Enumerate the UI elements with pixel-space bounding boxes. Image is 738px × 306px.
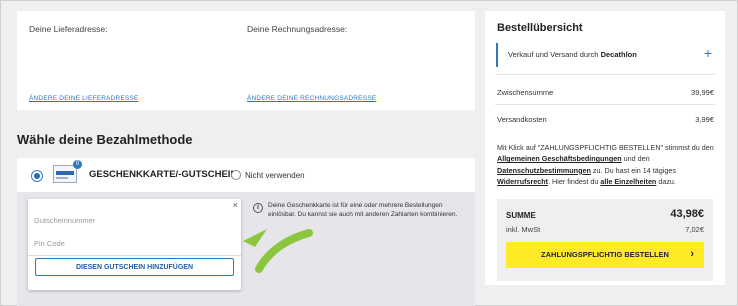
privacy-link[interactable]: Datenschutzbestimmungen — [497, 166, 591, 175]
checkout-page: Deine Lieferadresse: Deine Rechnungsadre… — [0, 0, 738, 306]
total-label: SUMME — [506, 211, 536, 220]
vat-label: inkl. MwSt — [506, 225, 541, 234]
giftcard-method-title: GESCHENKKARTE/-GUTSCHEIN — [89, 169, 238, 180]
giftcard-info-text: Deine Geschenkkarte ist für eine oder me… — [268, 202, 458, 218]
legal-notice: Mit Klick auf "ZAHLUNGSPFLICHTIG BESTELL… — [497, 143, 714, 186]
subtotal-label: Zwischensumme — [497, 88, 554, 97]
pin-code-input[interactable] — [28, 232, 241, 256]
chevron-right-icon: › — [690, 248, 694, 260]
not-use-label[interactable]: Nicht verwenden — [245, 171, 305, 180]
order-summary: Bestellübersicht Verkauf und Versand dur… — [485, 11, 725, 285]
giftcard-radio-selected[interactable] — [31, 170, 43, 182]
details-link[interactable]: alle Einzelheiten — [600, 177, 656, 186]
place-order-button[interactable]: ZAHLUNGSPFLICHTIG BESTELLEN › — [506, 242, 704, 268]
voucher-form: × DIESEN GUTSCHEIN HINZUFÜGEN — [28, 199, 241, 290]
voucher-number-input[interactable] — [28, 209, 241, 233]
voucher-area: × DIESEN GUTSCHEIN HINZUFÜGEN i Deine Ge… — [17, 192, 475, 306]
summary-title: Bestellübersicht — [497, 22, 583, 34]
vat-value: 7,02€ — [685, 225, 704, 234]
terms-link[interactable]: Allgemeinen Geschäftsbedingungen — [497, 154, 622, 163]
shipping-seller-row[interactable]: Verkauf und Versand durch Decathlon + — [496, 43, 714, 67]
giftcard-method-row[interactable]: 0 GESCHENKKARTE/-GUTSCHEIN Nicht verwend… — [17, 158, 475, 192]
shipping-cost-value: 3,99€ — [695, 115, 714, 124]
payment-method-card: 0 GESCHENKKARTE/-GUTSCHEIN Nicht verwend… — [17, 158, 475, 306]
total-box: SUMME 43,98€ inkl. MwSt 7,02€ ZAHLUNGSPF… — [497, 199, 713, 281]
delivery-address-label: Deine Lieferadresse: — [29, 24, 108, 34]
not-use-radio[interactable] — [231, 170, 241, 180]
add-voucher-button[interactable]: DIESEN GUTSCHEIN HINZUFÜGEN — [35, 258, 234, 276]
place-order-label: ZAHLUNGSPFLICHTIG BESTELLEN — [541, 250, 669, 259]
info-icon: i — [253, 203, 263, 213]
subtotal-value: 39,99€ — [691, 88, 714, 97]
payment-section-title: Wähle deine Bezahlmethode — [17, 132, 193, 147]
divider — [495, 74, 715, 75]
shipping-seller-text: Verkauf und Versand durch Decathlon — [508, 50, 637, 59]
withdrawal-link[interactable]: Widerrufsrecht — [497, 177, 548, 186]
giftcard-count-badge: 0 — [73, 160, 82, 169]
seller-name: Decathlon — [600, 50, 637, 59]
green-arrow-icon — [243, 229, 313, 273]
shipping-cost-label: Versandkosten — [497, 115, 547, 124]
billing-address-label: Deine Rechnungsadresse: — [247, 24, 348, 34]
expand-plus-icon[interactable]: + — [704, 45, 712, 61]
total-value: 43,98€ — [670, 208, 704, 220]
change-billing-address-link[interactable]: ÄNDERE DEINE RECHNUNGSADRESSE — [247, 95, 376, 102]
change-delivery-address-link[interactable]: ÄNDERE DEINE LIEFERADRESSE — [29, 95, 139, 102]
address-card: Deine Lieferadresse: Deine Rechnungsadre… — [17, 11, 475, 110]
divider — [495, 104, 715, 105]
